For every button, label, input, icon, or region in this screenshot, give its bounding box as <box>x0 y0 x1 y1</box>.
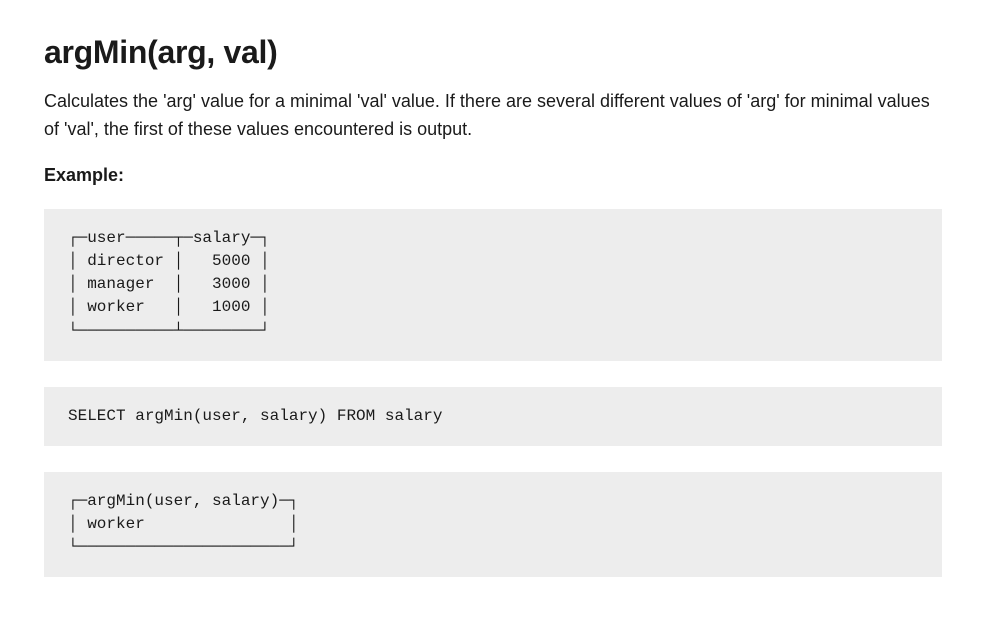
code-block-query: SELECT argMin(user, salary) FROM salary <box>44 387 942 446</box>
page-heading: argMin(arg, val) <box>44 28 942 76</box>
example-label: Example: <box>44 162 942 189</box>
function-description: Calculates the 'arg' value for a minimal… <box>44 88 942 144</box>
code-block-table-input: ┌─user─────┬─salary─┐ │ director │ 5000 … <box>44 209 942 361</box>
code-block-result: ┌─argMin(user, salary)─┐ │ worker │ └───… <box>44 472 942 578</box>
